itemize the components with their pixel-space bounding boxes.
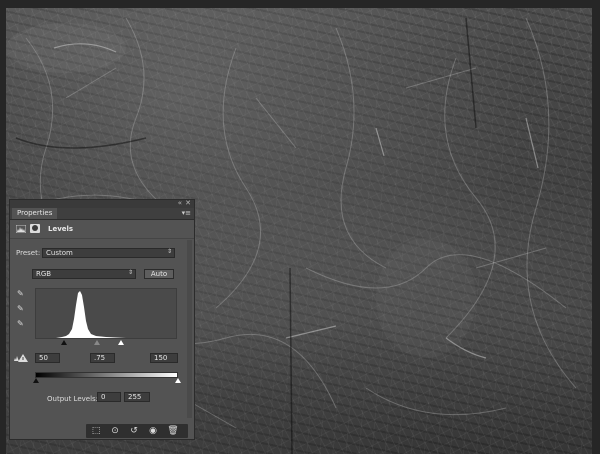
- input-white-value-field[interactable]: 150: [150, 353, 178, 363]
- preset-label: Preset:: [16, 249, 41, 257]
- panel-menu-icon[interactable]: ▾≡: [182, 208, 191, 219]
- auto-button[interactable]: Auto: [144, 269, 174, 279]
- channel-value: RGB: [36, 270, 52, 278]
- levels-histogram: [35, 288, 177, 339]
- panel-title-bar[interactable]: « ✕: [10, 199, 194, 208]
- output-white-slider[interactable]: [175, 378, 181, 383]
- white-point-eyedropper-icon[interactable]: ✎: [17, 320, 25, 328]
- panel-scrollbar[interactable]: [187, 240, 192, 418]
- adjustment-title: Levels: [48, 225, 74, 233]
- input-gamma-value-field[interactable]: .75: [90, 353, 115, 363]
- trash-icon[interactable]: 🗑: [166, 425, 180, 437]
- dropdown-arrows-icon: ⇕: [166, 248, 172, 255]
- input-white-point-slider[interactable]: [118, 340, 124, 345]
- properties-panel: « ✕ Properties ▾≡ Levels Preset: Custom …: [9, 199, 195, 440]
- input-gamma-slider[interactable]: [94, 340, 100, 345]
- view-previous-state-icon[interactable]: ⊙: [108, 425, 122, 437]
- output-black-value-field[interactable]: 0: [97, 392, 121, 402]
- adjustment-header: Levels: [10, 220, 194, 239]
- black-point-eyedropper-icon[interactable]: ✎: [17, 290, 25, 298]
- dropdown-arrows-icon: ⇕: [127, 269, 133, 276]
- tab-properties[interactable]: Properties: [12, 208, 58, 219]
- clipping-warning-icon[interactable]: [14, 354, 28, 362]
- input-black-point-slider[interactable]: [61, 340, 67, 345]
- output-black-slider[interactable]: [33, 378, 39, 383]
- preset-value: Custom: [46, 249, 73, 257]
- output-white-value-field[interactable]: 255: [124, 392, 150, 402]
- close-icon[interactable]: ✕: [185, 199, 191, 207]
- output-levels-label: Output Levels:: [47, 395, 99, 403]
- levels-histogram-icon: [16, 225, 26, 233]
- histogram-graph: [56, 291, 126, 338]
- gray-point-eyedropper-icon[interactable]: ✎: [17, 305, 25, 313]
- input-black-value-field[interactable]: 50: [35, 353, 60, 363]
- reset-icon[interactable]: ↺: [127, 425, 141, 437]
- eye-icon[interactable]: ◉: [146, 425, 160, 437]
- mask-icon[interactable]: [30, 224, 40, 233]
- preset-dropdown[interactable]: Custom ⇕: [42, 248, 175, 258]
- double-chevron-left-icon[interactable]: «: [178, 199, 182, 207]
- panel-tab-bar: Properties ▾≡: [10, 208, 194, 220]
- clip-to-layer-icon[interactable]: ⬚: [89, 425, 103, 437]
- panel-bottom-toolbar: ⬚ ⊙ ↺ ◉ 🗑: [10, 422, 194, 440]
- output-levels-gradient: [35, 372, 178, 378]
- channel-dropdown[interactable]: RGB ⇕: [32, 269, 136, 279]
